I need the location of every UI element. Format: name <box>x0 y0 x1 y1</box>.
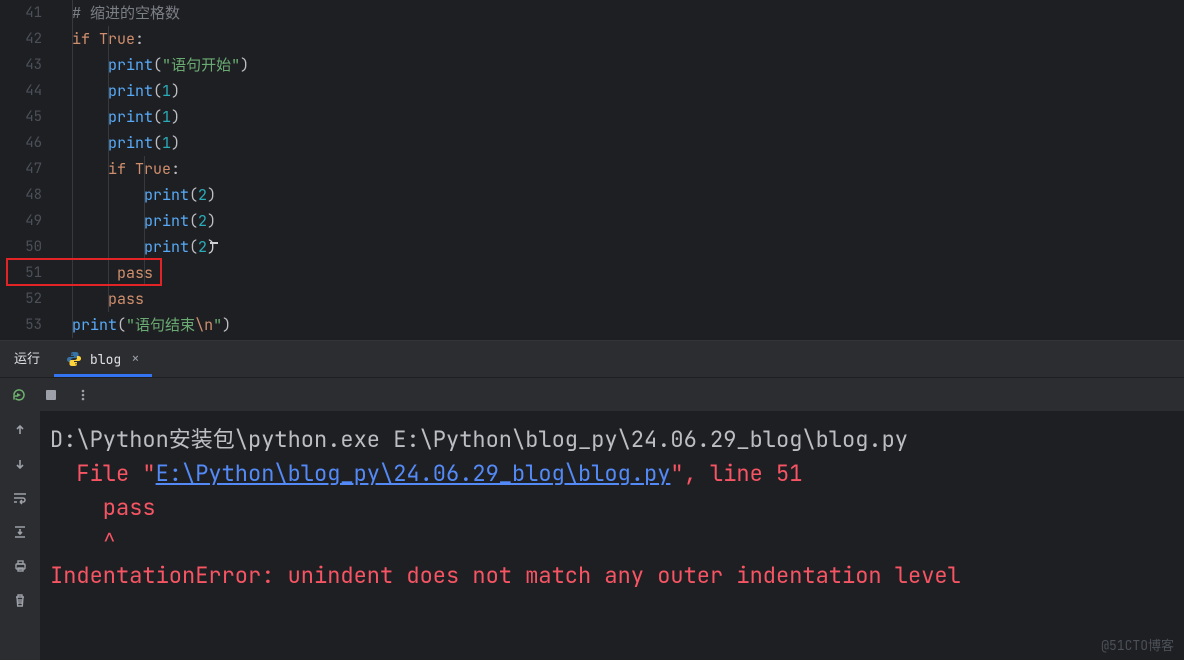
code-line[interactable]: if True: <box>58 26 1184 52</box>
code-line[interactable]: print(2) <box>58 208 1184 234</box>
terminal-panel: D:\Python安装包\python.exe E:\Python\blog_p… <box>0 411 1184 660</box>
scroll-to-end-icon[interactable] <box>11 523 29 541</box>
run-tab-bar: 运行 blog × <box>0 341 1184 377</box>
terminal-output[interactable]: D:\Python安装包\python.exe E:\Python\blog_p… <box>40 411 1184 660</box>
rerun-icon[interactable] <box>10 386 28 404</box>
code-line[interactable]: print("语句开始") <box>58 52 1184 78</box>
code-line[interactable]: pass <box>58 286 1184 312</box>
fn-print: print <box>108 133 153 153</box>
line-number: 52 <box>0 286 58 312</box>
code-editor[interactable]: 41 42 43 44 45 46 47 48 49 50 51 52 53 #… <box>0 0 1184 340</box>
number: 2 <box>198 185 207 205</box>
terminal-line: pass <box>50 491 1174 525</box>
string: 语句结束 <box>135 315 195 335</box>
code-line[interactable]: # 缩进的空格数 <box>58 0 1184 26</box>
scroll-up-icon[interactable] <box>11 421 29 439</box>
line-number: 46 <box>0 130 58 156</box>
number: 1 <box>162 81 171 101</box>
string: 语句开始 <box>171 55 231 75</box>
line-number: 50 <box>0 234 58 260</box>
file-link[interactable]: E:\Python\blog_py\24.06.29_blog\blog.py <box>156 459 671 488</box>
number: 1 <box>162 107 171 127</box>
watermark: @51CTO博客 <box>1101 635 1174 654</box>
comment-hash: # <box>72 3 90 23</box>
number: 2 <box>198 237 207 257</box>
code-line[interactable]: if True: <box>58 156 1184 182</box>
indent-guide <box>108 26 109 312</box>
close-tab-icon[interactable]: × <box>131 350 139 368</box>
fn-print: print <box>144 237 189 257</box>
comment-text: 缩进的空格数 <box>90 3 180 23</box>
line-number: 47 <box>0 156 58 182</box>
number: 2 <box>198 211 207 231</box>
run-toolwindow-label[interactable]: 运行 <box>0 341 54 377</box>
run-tab-blog[interactable]: blog × <box>54 341 152 377</box>
terminal-line: File "E:\Python\blog_py\24.06.29_blog\bl… <box>50 457 1174 491</box>
terminal-error-line: IndentationError: unindent does not matc… <box>50 559 1174 593</box>
code-line[interactable]: print(1) <box>58 104 1184 130</box>
line-number: 42 <box>0 26 58 52</box>
kw-pass: pass <box>108 289 144 309</box>
number: 1 <box>162 133 171 153</box>
code-line[interactable]: print(2) <box>58 182 1184 208</box>
escape-seq: \n <box>195 315 213 335</box>
line-number: 41 <box>0 0 58 26</box>
fn-print: print <box>108 107 153 127</box>
code-area[interactable]: # 缩进的空格数 if True: print("语句开始") print(1)… <box>58 0 1184 340</box>
code-line[interactable]: print(2) <box>58 234 1184 260</box>
indent-guide <box>144 156 145 286</box>
code-line[interactable]: print(1) <box>58 78 1184 104</box>
line-number: 45 <box>0 104 58 130</box>
more-actions-icon[interactable] <box>74 386 92 404</box>
terminal-line: D:\Python安装包\python.exe E:\Python\blog_p… <box>50 423 1174 457</box>
line-number: 48 <box>0 182 58 208</box>
line-number: 51 <box>0 260 58 286</box>
code-line[interactable]: print("语句结束\n") <box>58 312 1184 338</box>
line-number: 53 <box>0 312 58 338</box>
scroll-down-icon[interactable] <box>11 455 29 473</box>
tab-label: blog <box>90 351 121 368</box>
stop-icon[interactable] <box>42 386 60 404</box>
kw-if: if <box>72 29 90 49</box>
fn-print: print <box>108 81 153 101</box>
terminal-gutter <box>0 411 40 660</box>
soft-wrap-icon[interactable] <box>11 489 29 507</box>
line-number: 44 <box>0 78 58 104</box>
line-number: 49 <box>0 208 58 234</box>
run-toolbar <box>0 377 1184 411</box>
bool-true: True <box>99 29 135 49</box>
fn-print: print <box>72 315 117 335</box>
kw-pass: pass <box>117 263 153 283</box>
python-file-icon <box>66 351 82 367</box>
terminal-line: ^ <box>50 525 1174 559</box>
line-number-gutter: 41 42 43 44 45 46 47 48 49 50 51 52 53 <box>0 0 58 340</box>
print-icon[interactable] <box>11 557 29 575</box>
fn-print: print <box>108 55 153 75</box>
line-number: 43 <box>0 52 58 78</box>
code-line[interactable]: pass <box>58 260 1184 286</box>
code-line[interactable]: print(1) <box>58 130 1184 156</box>
active-tab-indicator <box>54 374 152 377</box>
indent-guide <box>72 0 73 338</box>
bool-true: True <box>135 159 171 179</box>
kw-if: if <box>108 159 126 179</box>
fn-print: print <box>144 185 189 205</box>
fn-print: print <box>144 211 189 231</box>
delete-icon[interactable] <box>11 591 29 609</box>
